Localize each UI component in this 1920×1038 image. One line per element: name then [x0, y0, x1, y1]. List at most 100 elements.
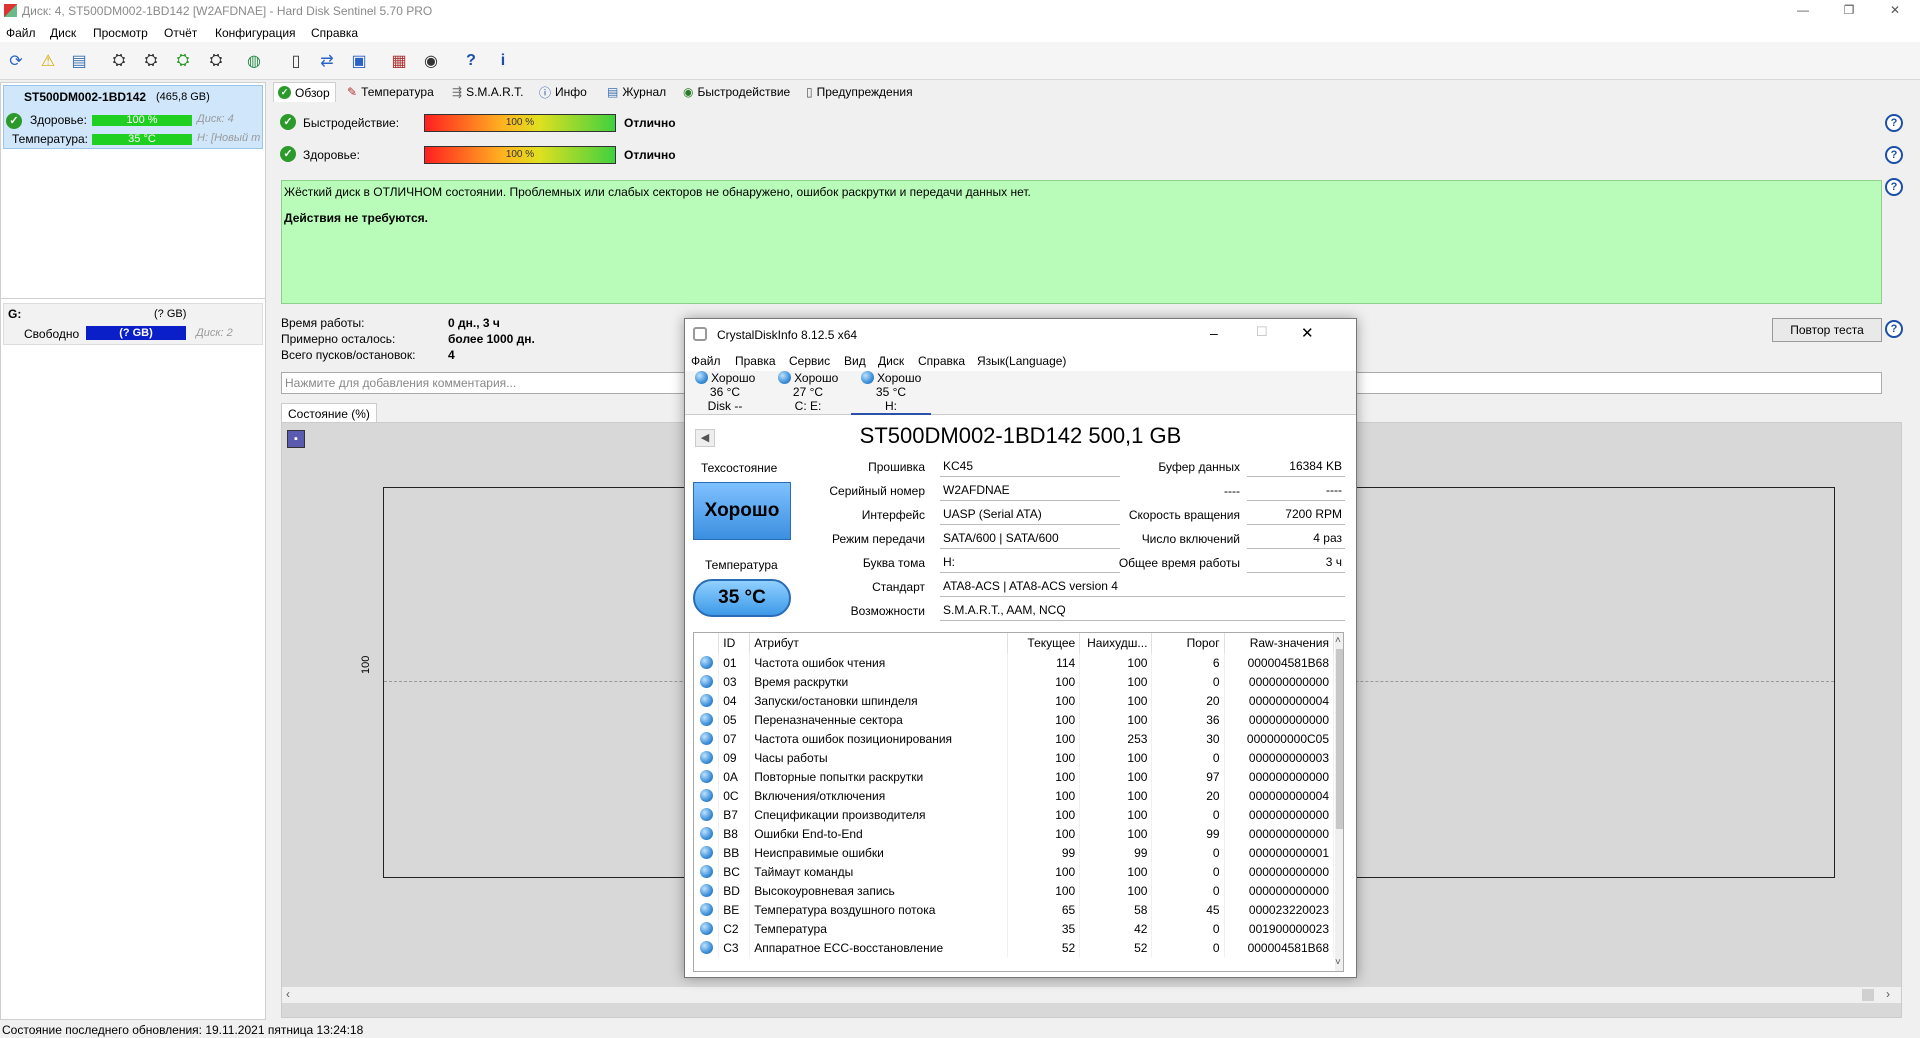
attr-id: C3	[718, 938, 751, 957]
retest-button[interactable]: Повтор теста	[1772, 318, 1882, 342]
col-id[interactable]: ID	[718, 633, 751, 653]
smart-row[interactable]: 0C Включения/отключения 100 100 20 0000000000…	[694, 786, 1335, 805]
help-icon[interactable]: ?	[1885, 114, 1903, 132]
attr-current: 100	[1007, 786, 1081, 805]
cdi-disk-tab-2[interactable]: Хорошо 27 °C C: E:	[768, 371, 848, 415]
attr-raw: 000000000C05	[1224, 729, 1335, 748]
attr-threshold: 0	[1151, 919, 1225, 938]
disk-tool-3-icon[interactable]: ⛭	[170, 48, 196, 74]
col-attribute[interactable]: Атрибут	[749, 633, 1009, 653]
attr-id: BE	[718, 900, 751, 919]
smart-row[interactable]: 05 Переназначенные сектора 100 100 36 0000000…	[694, 710, 1335, 729]
smart-row[interactable]: 0A Повторные попытки раскрутки 100 100 97 000…	[694, 767, 1335, 786]
document-icon[interactable]: ▯	[283, 48, 309, 74]
scroll-down-icon[interactable]: ˅	[1335, 957, 1341, 968]
menu-help[interactable]: Справка	[311, 26, 358, 40]
status-dot-icon	[694, 691, 720, 710]
cdi-menu-file[interactable]: Файл	[691, 354, 721, 368]
sync-icon[interactable]: ⇄	[314, 48, 340, 74]
tab-smart[interactable]: ⇶ S.M.A.R.T.	[448, 82, 527, 102]
globe-icon[interactable]: ◍	[241, 48, 267, 74]
scroll-thumb[interactable]	[1336, 649, 1343, 829]
tab-overview[interactable]: ✓ Обзор	[273, 82, 336, 102]
cdi-app-icon	[693, 327, 707, 341]
tab-log[interactable]: ▤ Журнал	[603, 82, 670, 102]
help-icon[interactable]: ?	[1885, 178, 1903, 196]
smart-row[interactable]: BB Неисправимые ошибки 99 99 0 000000000001	[694, 843, 1335, 862]
help-icon[interactable]: ?	[1885, 320, 1903, 338]
col-current[interactable]: Текущее	[1007, 633, 1081, 653]
disk-tool-2-icon[interactable]: ⛭	[138, 48, 164, 74]
smart-row[interactable]: 04 Запуски/остановки шпинделя 100 100 20 0000…	[694, 691, 1335, 710]
info-icon[interactable]: i	[490, 48, 516, 74]
menu-disk[interactable]: Диск	[50, 26, 76, 40]
cdi-close-button[interactable]: ✕	[1301, 324, 1314, 342]
col-raw[interactable]: Raw-значения	[1224, 633, 1335, 653]
attr-id: BB	[718, 843, 751, 862]
cdi-disk-tab-1[interactable]: Хорошо 36 °C Disk --	[685, 371, 765, 415]
disk-tab-label: C: E:	[794, 399, 822, 413]
cdi-menu-service[interactable]: Сервис	[789, 354, 830, 368]
disk-tool-4-icon[interactable]: ⛭	[203, 48, 229, 74]
report-icon[interactable]: ▤	[66, 48, 92, 74]
scroll-thumb[interactable]	[1862, 989, 1874, 1001]
tab-state-percent[interactable]: Состояние (%)	[281, 403, 377, 423]
volume-entry[interactable]: G: (? GB) Свободно (? GB) Диск: 2	[3, 303, 263, 345]
disk-tool-1-icon[interactable]: ⛭	[106, 48, 132, 74]
col-worst[interactable]: Наихудш...	[1079, 633, 1153, 653]
tab-info[interactable]: ⓘ Инфо	[535, 82, 591, 102]
smart-row[interactable]: BE Температура воздушного потока 65 58 45 000…	[694, 900, 1335, 919]
cdi-maximize-button[interactable]: ☐	[1256, 324, 1268, 340]
restore-button[interactable]: ❐	[1826, 0, 1872, 22]
help-icon[interactable]: ?	[458, 48, 484, 74]
menu-view[interactable]: Просмотр	[93, 26, 148, 40]
buffer-value: 16384 KB	[1247, 457, 1345, 477]
scroll-left-icon[interactable]: ‹	[286, 987, 290, 1001]
cdi-minimize-button[interactable]: –	[1210, 325, 1218, 341]
save-icon[interactable]: ▪	[287, 430, 305, 448]
attr-name: Частота ошибок чтения	[749, 653, 1009, 672]
scroll-right-icon[interactable]: ›	[1886, 987, 1890, 1001]
cdi-menu-edit[interactable]: Правка	[735, 354, 776, 368]
minimize-button[interactable]: —	[1780, 0, 1826, 22]
power-hours-value: 3 ч	[1247, 553, 1345, 573]
close-button[interactable]: ✕	[1872, 0, 1918, 22]
disk-entry-1[interactable]: ST500DM002-1BD142 (465,8 GB) ✓ Здоровье:…	[3, 85, 263, 149]
menu-file[interactable]: Файл	[6, 26, 36, 40]
menu-config[interactable]: Конфигурация	[215, 26, 296, 40]
speaker-icon[interactable]: ◉	[418, 48, 444, 74]
tab-performance[interactable]: ◉ Быстродействие	[679, 82, 794, 102]
cdi-menu-help[interactable]: Справка	[918, 354, 965, 368]
smart-row[interactable]: C3 Аппаратное ECC-восстановление 52 52 0 0000…	[694, 938, 1335, 957]
smart-row[interactable]: 07 Частота ошибок позиционирования 100 253 3…	[694, 729, 1335, 748]
table-scrollbar[interactable]: ˄ ˅	[1335, 633, 1343, 971]
smart-row[interactable]: BD Высокоуровневая запись 100 100 0 000000000…	[694, 881, 1335, 900]
blank-value: ----	[1247, 481, 1345, 501]
cdi-disk-tab-3[interactable]: Хорошо 35 °C H:	[851, 371, 931, 415]
smart-row[interactable]: 03 Время раскрутки 100 100 0 000000000000	[694, 672, 1335, 691]
cdi-menu-disk[interactable]: Диск	[878, 354, 904, 368]
col-threshold[interactable]: Порог	[1151, 633, 1225, 653]
warning-icon[interactable]: ⚠	[35, 48, 61, 74]
horizontal-scrollbar[interactable]: ‹ ›	[282, 987, 1901, 1003]
tab-alerts[interactable]: ▯ Предупреждения	[802, 82, 917, 102]
menu-report[interactable]: Отчёт	[164, 26, 197, 40]
help-icon[interactable]: ?	[1885, 146, 1903, 164]
network-icon[interactable]: ▣	[346, 48, 372, 74]
refresh-icon[interactable]: ⟳	[3, 48, 29, 74]
smart-attribute-table[interactable]: ID Атрибут Текущее Наихудш... Порог Raw-…	[693, 632, 1344, 972]
smart-row[interactable]: B8 Ошибки End-to-End 100 100 99 000000000000	[694, 824, 1335, 843]
health-ok-icon: ✓	[6, 113, 22, 129]
cdi-menu-language[interactable]: Язык(Language)	[977, 354, 1066, 368]
smart-row[interactable]: BC Таймаут команды 100 100 0 000000000000	[694, 862, 1335, 881]
chart-icon[interactable]: ▦	[386, 48, 412, 74]
log-icon: ▤	[607, 85, 619, 99]
smart-row[interactable]: 01 Частота ошибок чтения 114 100 6 000004581B…	[694, 653, 1335, 672]
smart-row[interactable]: B7 Спецификации производителя 100 100 0 00000…	[694, 805, 1335, 824]
smart-row[interactable]: C2 Температура 35 42 0 001900000023	[694, 919, 1335, 938]
cdi-menu-view[interactable]: Вид	[844, 354, 866, 368]
tab-temperature[interactable]: ✎ Температура	[343, 82, 438, 102]
smart-row[interactable]: 09 Часы работы 100 100 0 000000000003	[694, 748, 1335, 767]
attr-id: B8	[718, 824, 751, 843]
scroll-up-icon[interactable]: ˄	[1335, 635, 1341, 646]
